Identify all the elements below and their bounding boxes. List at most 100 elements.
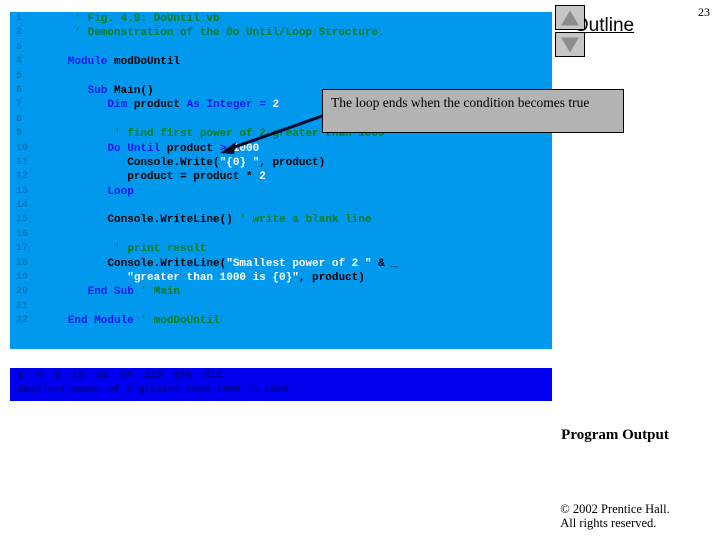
code-line-number: 3	[16, 41, 23, 53]
scroll-up-button[interactable]	[555, 5, 585, 30]
code-token-id: , product)	[259, 156, 326, 169]
code-token-id: Main()	[114, 84, 154, 97]
code-line-source: Loop	[48, 185, 134, 199]
code-line: 5	[10, 70, 552, 84]
code-token-kw: Do Until	[48, 142, 167, 155]
code-line: 21	[10, 300, 552, 314]
code-token-num: 1000	[232, 142, 260, 155]
code-line-number: 10	[16, 142, 29, 154]
code-line-source: Console.WriteLine() ' write a blank line	[48, 213, 371, 227]
code-line-source: ' print result	[48, 242, 206, 256]
code-line-source: ' Demonstration of the Do Until/Loop Str…	[48, 26, 385, 40]
page-number: 23	[698, 5, 710, 19]
code-line: 3	[10, 41, 552, 55]
code-line-source: Console.Write("{0} ", product)	[48, 156, 325, 170]
copyright-notice: © 2002 Prentice Hall. All rights reserve…	[560, 502, 669, 530]
code-line: 1 ' Fig. 4.9: DoUntil.vb	[10, 12, 552, 26]
code-line-number: 8	[16, 113, 23, 125]
code-line: 18 Console.WriteLine("Smallest power of …	[10, 257, 552, 271]
callout-box: The loop ends when the condition becomes…	[322, 89, 624, 133]
code-token-cm: ' print result	[48, 243, 207, 256]
code-line-source: End Module ' modDoUntil	[48, 314, 220, 328]
code-line-number: 4	[16, 56, 23, 68]
code-line-number: 1	[16, 13, 23, 24]
code-token-id: product = product *	[48, 171, 260, 184]
console-output-panel: 2 4 8 16 32 64 128 256 512 Smallest power…	[10, 368, 552, 401]
code-line: 13 Loop	[10, 185, 552, 199]
code-line-number: 18	[16, 257, 29, 269]
code-token-kw: Sub	[48, 84, 115, 97]
code-line-source: End Sub ' Main	[48, 285, 180, 299]
code-token-id: product	[166, 142, 220, 155]
code-line: 17 ' print result	[10, 242, 552, 256]
code-token-kw: >	[219, 142, 233, 155]
code-line-source: Do Until product > 1000	[48, 142, 259, 156]
code-line-source: "greater than 1000 is {0}", product)	[48, 271, 365, 285]
code-line: 19 "greater than 1000 is {0}", product)	[10, 271, 552, 285]
code-line: 10 Do Until product > 1000	[10, 142, 552, 156]
code-line: 16	[10, 228, 552, 242]
code-token-id: modDoUntil	[114, 56, 181, 69]
console-output-line: Smallest power of 2 greater than 1000 is…	[18, 385, 289, 396]
code-line-source: product = product * 2	[48, 170, 266, 184]
code-line: 20 End Sub ' Main	[10, 285, 552, 299]
code-token-cm: ' write a blank line	[239, 214, 372, 227]
code-token-num: 2	[259, 171, 266, 184]
code-line-number: 13	[16, 185, 29, 197]
code-token-id: , product)	[298, 272, 365, 285]
code-token-id: Console.WriteLine()	[48, 214, 240, 227]
code-line-number: 12	[16, 171, 29, 183]
copyright-line-1: © 2002 Prentice Hall.	[560, 502, 670, 516]
triangle-down-icon	[561, 37, 579, 52]
code-line-number: 20	[16, 286, 29, 298]
code-line: 12 product = product * 2	[10, 170, 552, 184]
code-token-cm: ' Fig. 4.9: DoUntil.vb	[48, 13, 220, 25]
code-line-number: 17	[16, 243, 29, 255]
triangle-up-icon	[561, 10, 579, 25]
code-line: 14	[10, 199, 552, 213]
code-line-number: 21	[16, 300, 29, 312]
code-token-id: product	[133, 99, 187, 112]
code-line-number: 7	[16, 99, 23, 111]
console-output-line: 2 4 8 16 32 64 128 256 512	[18, 370, 223, 381]
code-token-num: 2	[272, 99, 280, 112]
code-token-str: "{0} "	[219, 156, 260, 169]
code-line: 15 Console.WriteLine() ' write a blank l…	[10, 213, 552, 227]
code-token-str: "greater than 1000 is {0}"	[48, 272, 299, 285]
code-line-source: Dim product As Integer = 2	[48, 98, 279, 112]
code-line-number: 15	[16, 214, 29, 226]
code-token-kw: As Integer =	[186, 99, 273, 112]
code-token-str: "Smallest power of 2 "	[226, 257, 379, 270]
code-line: 11 Console.Write("{0} ", product)	[10, 156, 552, 170]
code-line-source: Console.WriteLine("Smallest power of 2 "…	[48, 257, 398, 271]
scroll-down-button[interactable]	[555, 32, 585, 57]
code-line-number: 22	[16, 315, 29, 327]
code-line-source: ' Fig. 4.9: DoUntil.vb	[48, 12, 220, 26]
code-token-kw: End Sub	[48, 286, 141, 299]
code-line-number: 19	[16, 272, 29, 284]
code-line-number: 2	[16, 27, 23, 39]
code-line: 22 End Module ' modDoUntil	[10, 314, 552, 328]
copyright-line-2: All rights reserved.	[560, 516, 657, 530]
code-token-kw: Module	[48, 56, 115, 69]
code-line: 4 Module modDoUntil	[10, 55, 552, 69]
code-token-id: Console.Write(	[48, 156, 220, 169]
code-token-id: Console.WriteLine(	[48, 257, 227, 270]
code-line-number: 6	[16, 84, 23, 96]
scroll-button-group	[555, 5, 587, 59]
code-line-source: Module modDoUntil	[48, 55, 180, 69]
code-line-source: Sub Main()	[48, 84, 154, 98]
code-line-number: 9	[16, 128, 23, 140]
code-line: 2 ' Demonstration of the Do Until/Loop S…	[10, 26, 552, 40]
code-line-number: 11	[16, 156, 29, 168]
code-line-number: 5	[16, 70, 23, 82]
code-token-kw: Dim	[48, 99, 134, 112]
code-token-kw: Loop	[48, 185, 134, 198]
code-listing-panel: 1 ' Fig. 4.9: DoUntil.vb 2 ' Demonstratio…	[10, 12, 552, 349]
code-line-number: 16	[16, 228, 29, 240]
code-line-number: 14	[16, 200, 29, 212]
code-token-cm: ' Demonstration of the Do Until/Loop Str…	[48, 27, 385, 40]
code-token-kw: End Module	[48, 315, 141, 328]
code-token-id: & _	[378, 257, 398, 270]
code-token-cm: ' Main	[140, 286, 181, 299]
